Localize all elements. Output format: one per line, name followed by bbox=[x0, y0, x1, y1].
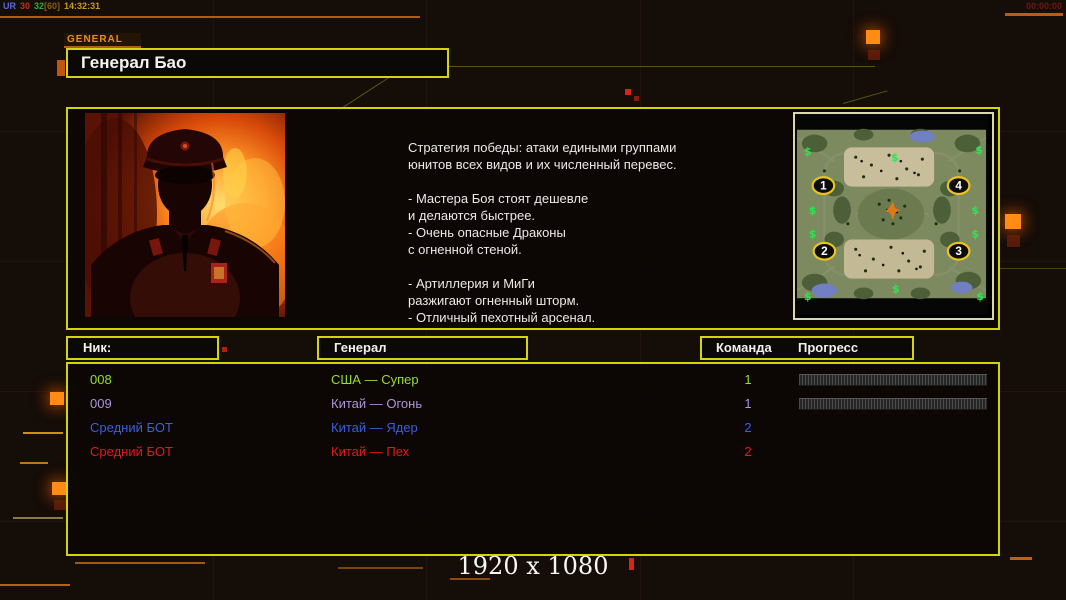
page-title: Генерал Бао bbox=[66, 48, 449, 78]
svg-text:$: $ bbox=[972, 204, 980, 217]
svg-text:$: $ bbox=[976, 290, 984, 303]
status-bar: UR 30 32[60] 14:32:31 bbox=[3, 1, 104, 11]
circuit-trace bbox=[843, 90, 887, 104]
strategy-description: Стратегия победы: атаки едиными группами… bbox=[408, 139, 753, 326]
table-row: Средний БОТ Китай — Ядер 2 bbox=[68, 416, 998, 439]
glow-square bbox=[1005, 214, 1021, 229]
minimap-image: $ $ $ $ $ $ $ $ $ $ 1 4 2 3 bbox=[795, 114, 988, 314]
player-nick: 009 bbox=[90, 392, 112, 415]
resolution-label: 1920 x 1080 bbox=[0, 552, 1066, 580]
svg-text:$: $ bbox=[975, 143, 983, 156]
table-row: 008 США — Супер 1 bbox=[68, 368, 998, 391]
red-square bbox=[222, 347, 227, 352]
player-team: 2 bbox=[736, 416, 760, 439]
player-general: США — Супер bbox=[331, 368, 419, 391]
general-tab-label: GENERAL bbox=[64, 33, 141, 48]
circuit-line bbox=[20, 462, 48, 464]
svg-text:$: $ bbox=[804, 145, 812, 158]
status-clock: 14:32:31 bbox=[64, 1, 100, 11]
column-header-nick-label: Ник: bbox=[68, 340, 111, 355]
player-nick: Средний БОТ bbox=[90, 416, 173, 439]
player-team: 1 bbox=[736, 368, 760, 391]
glow-square-reflection bbox=[868, 50, 880, 60]
player-general: Китай — Огонь bbox=[331, 392, 422, 415]
circuit-line bbox=[0, 584, 70, 586]
glow-square-reflection bbox=[54, 500, 66, 510]
glow-square bbox=[866, 30, 880, 44]
minimap: $ $ $ $ $ $ $ $ $ $ 1 4 2 3 bbox=[793, 112, 994, 320]
player-general: Китай — Пех bbox=[331, 440, 409, 463]
red-square bbox=[634, 96, 639, 101]
start-position-4: 4 bbox=[955, 180, 962, 193]
svg-text:$: $ bbox=[892, 282, 900, 295]
column-header-nick: Ник: bbox=[66, 336, 219, 360]
glow-square-reflection bbox=[1007, 235, 1020, 247]
status-segment: [60] bbox=[44, 1, 60, 11]
table-row: Средний БОТ Китай — Пех 2 bbox=[68, 440, 998, 463]
player-team: 1 bbox=[736, 392, 760, 415]
circuit-line bbox=[23, 432, 63, 434]
player-team: 2 bbox=[736, 440, 760, 463]
player-nick: Средний БОТ bbox=[90, 440, 173, 463]
circuit-line bbox=[1005, 13, 1063, 16]
loading-progress-bar bbox=[799, 374, 987, 386]
start-position-1: 1 bbox=[820, 180, 827, 193]
status-segment: 30 bbox=[20, 1, 30, 11]
player-general: Китай — Ядер bbox=[331, 416, 418, 439]
svg-text:$: $ bbox=[972, 228, 980, 241]
circuit-line bbox=[0, 16, 420, 18]
column-header-team-label: Команда bbox=[702, 338, 772, 358]
column-header-progress-label: Прогресс bbox=[798, 338, 858, 358]
player-nick: 008 bbox=[90, 368, 112, 391]
column-header-general: Генерал bbox=[317, 336, 528, 360]
red-square bbox=[625, 89, 631, 95]
match-timer: 00:00:00 bbox=[1026, 1, 1062, 11]
glow-square bbox=[50, 392, 64, 405]
start-position-3: 3 bbox=[955, 245, 962, 258]
loading-progress-bar bbox=[799, 398, 987, 410]
column-header-team-progress: Команда Прогресс bbox=[700, 336, 914, 360]
column-header-general-label: Генерал bbox=[319, 338, 386, 358]
start-position-2: 2 bbox=[821, 245, 828, 258]
status-segment: UR bbox=[3, 1, 16, 11]
general-bao-portrait-image bbox=[85, 113, 285, 317]
svg-text:$: $ bbox=[809, 204, 817, 217]
table-row: 009 Китай — Огонь 1 bbox=[68, 392, 998, 415]
glow-square bbox=[52, 482, 66, 495]
general-portrait bbox=[85, 113, 285, 317]
circuit-trace bbox=[405, 66, 875, 67]
status-segment: 32 bbox=[34, 1, 44, 11]
orange-tab-marker bbox=[57, 60, 65, 76]
circuit-line bbox=[13, 517, 63, 519]
players-table: 008 США — Супер 1 009 Китай — Огонь 1 Ср… bbox=[66, 362, 1000, 556]
svg-text:$: $ bbox=[891, 151, 899, 164]
svg-text:$: $ bbox=[809, 228, 817, 241]
svg-text:$: $ bbox=[804, 290, 812, 303]
